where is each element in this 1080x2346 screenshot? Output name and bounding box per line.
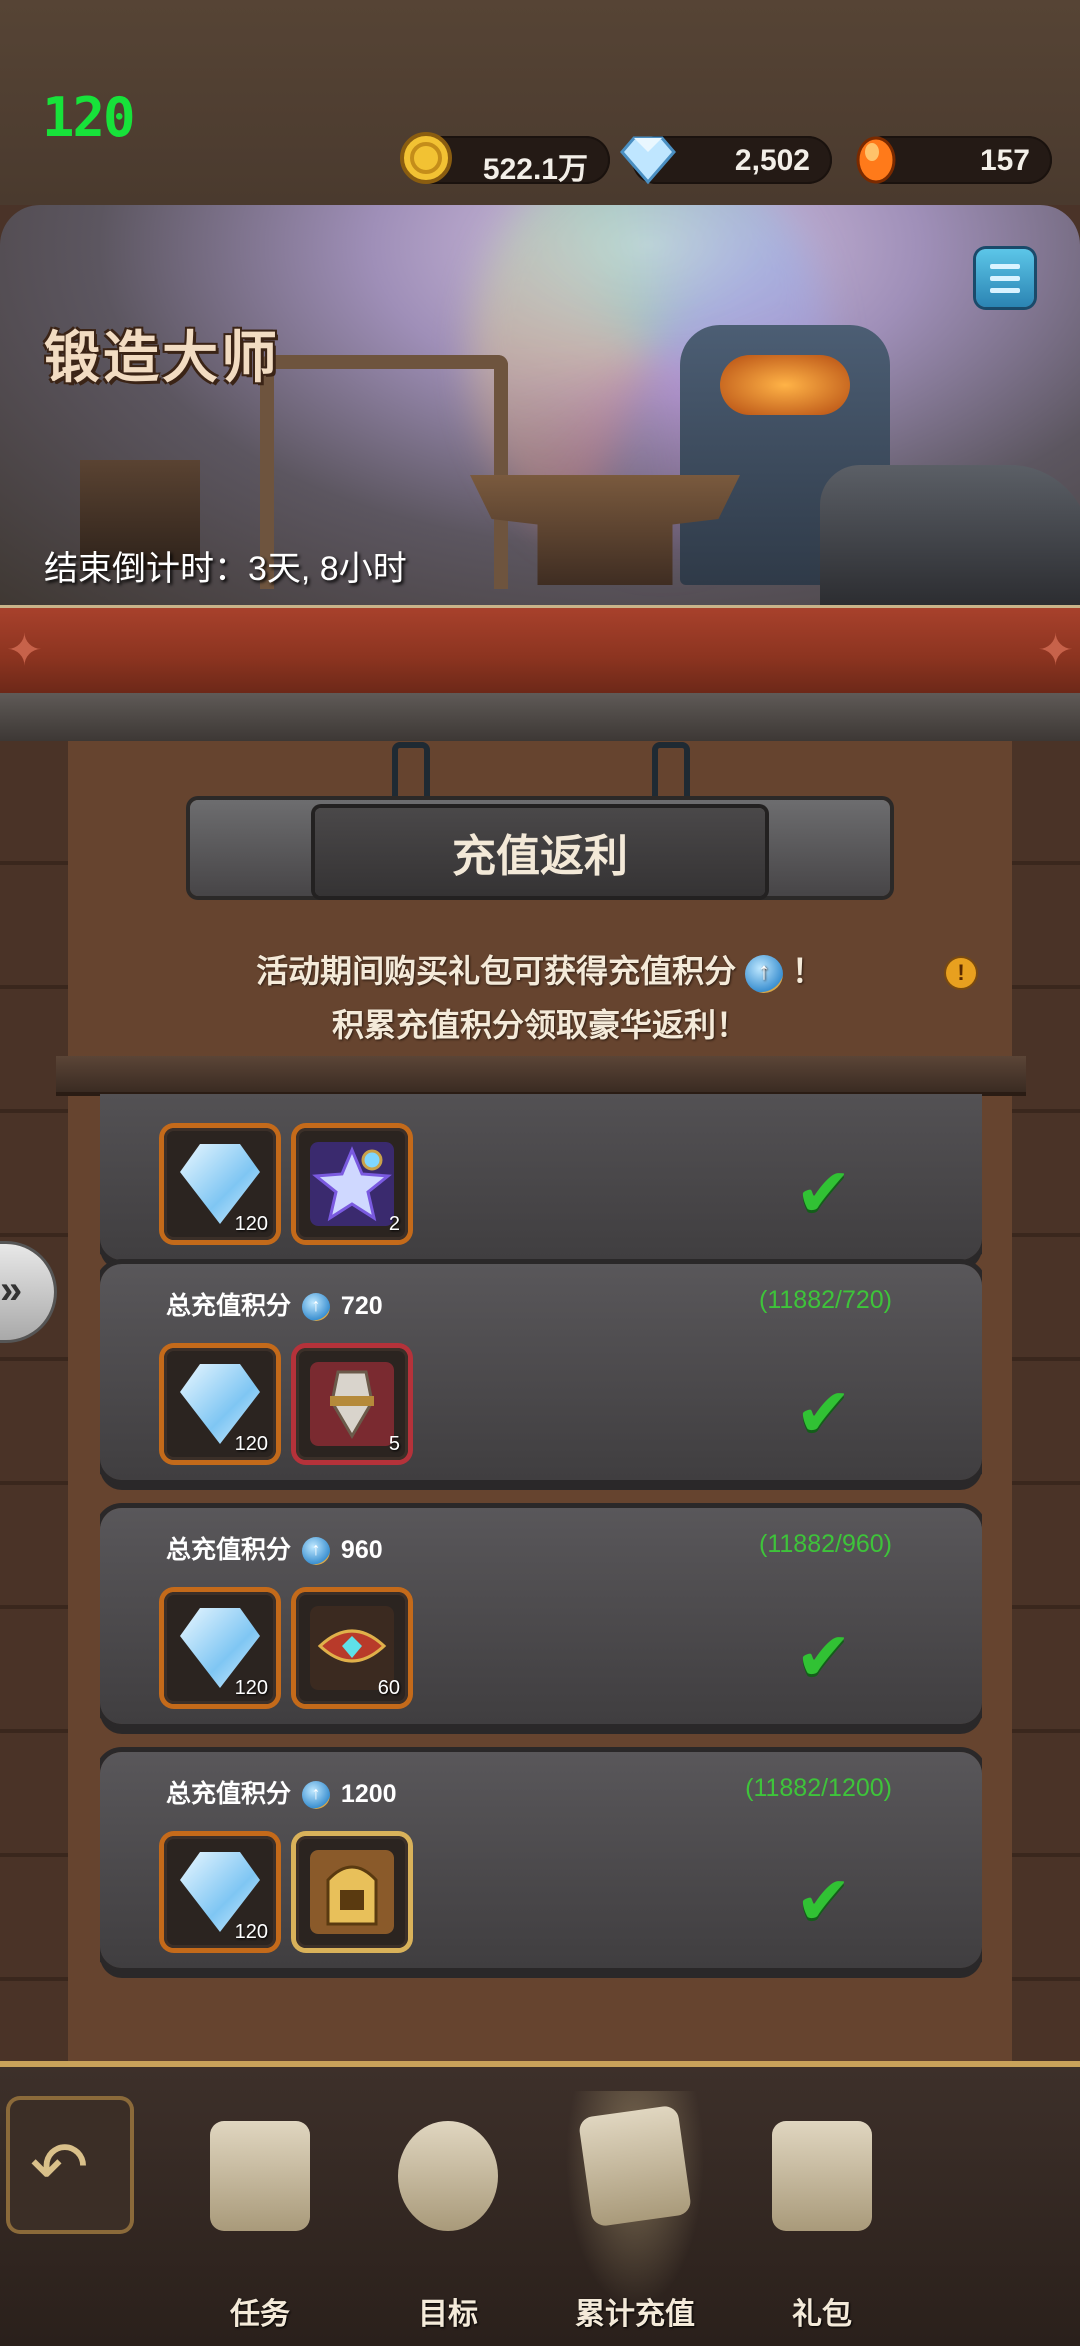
diamond-icon (180, 1144, 260, 1224)
target-icon (398, 2121, 498, 2231)
recharge-points-icon (301, 1293, 330, 1322)
menu-list-button[interactable] (976, 249, 1034, 307)
diamond-counter[interactable]: 2,502 (620, 136, 832, 185)
back-button[interactable]: ↶ (10, 2100, 130, 2230)
description-line-2: 积累充值积分领取豪华返利！ (331, 1007, 748, 1043)
item-count: 120 (234, 1433, 268, 1455)
back-arrow-icon: ↶ (30, 2128, 89, 2206)
tier-points: 960 (340, 1536, 383, 1564)
reward-slot[interactable]: 120 (164, 1592, 276, 1704)
scroll-icon (210, 2121, 310, 2231)
claimed-check-icon: ✔ (795, 1155, 852, 1231)
event-title: 锻造大师 (44, 326, 280, 389)
reward-card: 总充值积分 960 (11882/960) 120 60 ✔ (100, 1508, 982, 1724)
ember-value: 157 (979, 144, 1030, 177)
gift-icon (772, 2121, 872, 2231)
nav-item-recharge[interactable]: 累计充值 (560, 2091, 710, 2331)
left-pillar (0, 741, 68, 2061)
claimed-check-icon: ✔ (795, 1619, 852, 1695)
tier-progress: (11882/960) (759, 1530, 892, 1558)
reward-slot[interactable]: 60 (296, 1592, 408, 1704)
reward-card: 总充值积分 720 (11882/720) 120 5 ✔ (100, 1264, 982, 1480)
tier-points: 1200 (340, 1780, 397, 1808)
nav-item-tasks[interactable]: 任务 (185, 2121, 335, 2331)
reward-slot[interactable]: 120 (164, 1128, 276, 1240)
reward-slot[interactable]: 120 (164, 1836, 276, 1948)
recharge-points-icon (301, 1537, 330, 1566)
gold-counter[interactable]: 522.1万 (400, 132, 610, 186)
right-pillar (1012, 741, 1080, 2061)
item-count: 5 (388, 1433, 400, 1455)
item-count: 120 (234, 1213, 268, 1235)
item-count: 120 (234, 1677, 268, 1699)
recharge-points-icon (301, 1781, 330, 1810)
diamond-icon (620, 136, 676, 185)
star-ornament-icon: ✦ (6, 626, 43, 675)
tier-label: 总充值积分 960 (166, 1530, 383, 1566)
gold-value: 522.1万 (482, 153, 588, 186)
fire-gem-icon (856, 136, 896, 184)
nav-label: 礼包 (792, 2298, 852, 2331)
reward-list[interactable]: 120 2 ✔ 总充值积分 720 (11882/720) 120 (100, 1094, 982, 2054)
reward-slot[interactable] (296, 1836, 408, 1948)
reward-card: 120 2 ✔ (100, 1094, 982, 1260)
description-line-1: 活动期间购买礼包可获得充值积分 ！ (0, 946, 1080, 993)
fps-counter: 120 (42, 86, 136, 149)
diamond-value: 2,502 (734, 144, 810, 177)
tier-points: 720 (340, 1292, 383, 1320)
item-count: 120 (234, 1921, 268, 1943)
description-end: ！ (791, 953, 824, 989)
golden-helmet-icon (310, 1850, 394, 1934)
cards-icon (577, 2104, 693, 2228)
ember-counter[interactable]: 157 (856, 136, 1052, 184)
nav-item-gifts[interactable]: 礼包 (747, 2121, 897, 2331)
info-icon[interactable]: ! (946, 958, 976, 988)
reward-slot[interactable]: 2 (296, 1128, 408, 1240)
gold-coin-icon (400, 132, 452, 184)
star-potion-icon (310, 1142, 394, 1226)
description-text-1: 活动期间购买礼包可获得充值积分 (256, 953, 737, 989)
diamond-icon (180, 1608, 260, 1688)
claimed-check-icon: ✔ (795, 1375, 852, 1451)
reward-slot[interactable]: 120 (164, 1348, 276, 1460)
item-count: 2 (388, 1213, 400, 1235)
tier-label: 总充值积分 720 (166, 1286, 383, 1322)
tier-label-text: 总充值积分 (166, 1292, 292, 1320)
tier-progress: (11882/720) (759, 1286, 892, 1314)
shelf (56, 1056, 1026, 1092)
tier-label: 总充值积分 1200 (166, 1774, 397, 1810)
crystal-shard-icon (310, 1362, 394, 1446)
banner-rocks (820, 465, 1080, 605)
nav-item-goals[interactable]: 目标 (373, 2121, 523, 2331)
bottom-nav (0, 2061, 1080, 2346)
nav-label: 累计充值 (575, 2298, 695, 2331)
tier-progress: (11882/1200) (745, 1774, 892, 1802)
diamond-icon (180, 1852, 260, 1932)
reward-slot[interactable]: 5 (296, 1348, 408, 1460)
event-banner: 锻造大师 结束倒计时：3天, 8小时 (0, 205, 1080, 605)
nav-label: 目标 (418, 2298, 478, 2331)
tier-label-text: 总充值积分 (166, 1536, 292, 1564)
decor-band: ✦ ✦ (0, 605, 1080, 693)
diamond-icon (180, 1364, 260, 1444)
item-count: 60 (377, 1677, 400, 1699)
double-chevron-icon: » (0, 1268, 23, 1312)
nav-label: 任务 (230, 2298, 290, 2331)
recharge-points-icon (745, 954, 783, 993)
star-ornament-icon: ✦ (1037, 626, 1074, 675)
section-title: 充值返利 (315, 808, 765, 896)
stone-ledge (0, 693, 1080, 741)
reward-card: 总充值积分 1200 (11882/1200) 120 ✔ (100, 1752, 982, 1968)
event-countdown: 结束倒计时：3天, 8小时 (44, 550, 407, 588)
tier-label-text: 总充值积分 (166, 1780, 292, 1808)
claimed-check-icon: ✔ (795, 1863, 852, 1939)
